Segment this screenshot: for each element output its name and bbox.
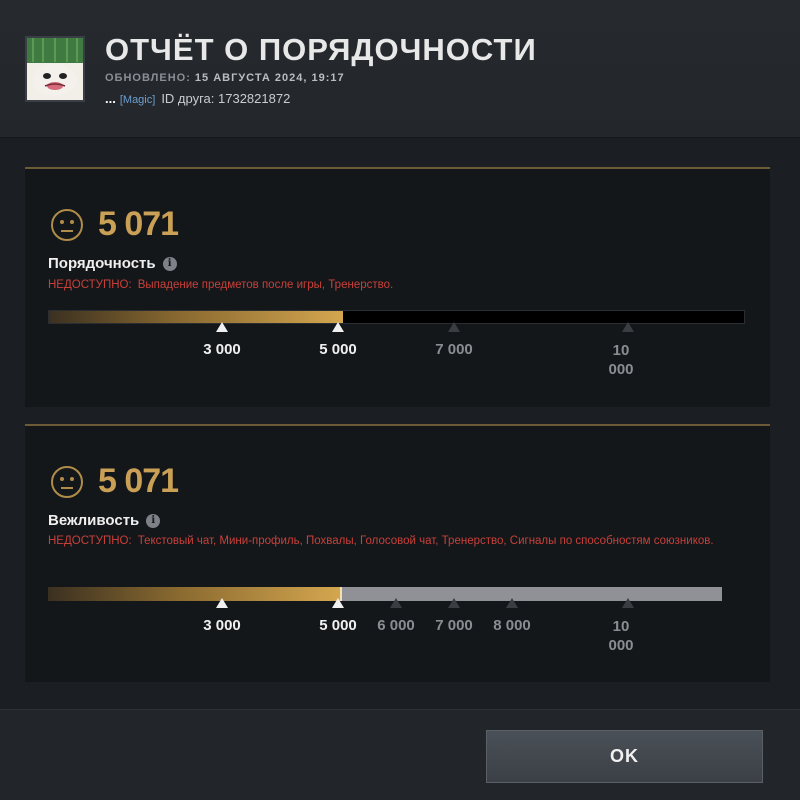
unavailable-key: НЕДОСТУПНО: [48, 279, 132, 291]
updated-timestamp: ОБНОВЛЕНО: 15 АВГУСТА 2024, 19:17 [105, 72, 345, 84]
tick-marker [332, 598, 344, 608]
tick-label: 6 000 [377, 617, 415, 634]
avatar[interactable] [25, 36, 85, 102]
page-title: ОТЧЁТ О ПОРЯДОЧНОСТИ [105, 32, 537, 67]
unavailable-value: Выпадение предметов после игры, Тренерст… [137, 279, 394, 291]
tick-marker [622, 322, 634, 332]
conduct-progress-bar [48, 310, 745, 324]
report-header: ОТЧЁТ О ПОРЯДОЧНОСТИ ОБНОВЛЕНО: 15 АВГУС… [0, 0, 800, 138]
conduct-panel: 5 071 Порядочность i НЕДОСТУПНО: Выпаден… [25, 167, 770, 407]
tick-label: 3 000 [203, 341, 241, 358]
tick-marker [622, 598, 634, 608]
unavailable-value: Текстовый чат, Мини-профиль, Похвалы, Го… [137, 535, 714, 547]
conduct-score: 5 071 [98, 205, 179, 243]
unavailable-key: НЕДОСТУПНО: [48, 535, 132, 547]
tick-marker [506, 598, 518, 608]
info-icon[interactable]: i [162, 256, 177, 271]
politeness-label-text: Вежливость [48, 512, 140, 529]
tick-marker [332, 322, 344, 332]
neutral-face-icon [51, 465, 83, 498]
tick-label: 5 000 [319, 617, 357, 634]
tick-label: 10 000 [608, 342, 634, 378]
politeness-panel: 5 071 Вежливость i НЕДОСТУПНО: Текстовый… [25, 424, 770, 682]
tick-label: 3 000 [203, 617, 241, 634]
guild-tag: [Magic] [119, 94, 156, 106]
conduct-progress-fill [49, 311, 343, 323]
updated-value: 15 АВГУСТА 2024, 19:17 [194, 72, 345, 84]
tick-label: 8 000 [493, 617, 531, 634]
tick-marker [216, 322, 228, 332]
politeness-unavailable: НЕДОСТУПНО: Текстовый чат, Мини-профиль,… [48, 533, 728, 550]
tick-marker [448, 598, 460, 608]
politeness-progress-bar [48, 587, 722, 601]
neutral-face-icon [51, 208, 83, 241]
conduct-label-text: Порядочность [48, 255, 156, 272]
tick-label: 10 000 [608, 618, 634, 654]
tick-label: 7 000 [435, 341, 473, 358]
dialog-footer: OK [0, 709, 800, 800]
tick-label: 7 000 [435, 617, 473, 634]
player-name[interactable]: ... [105, 91, 116, 106]
conduct-unavailable: НЕДОСТУПНО: Выпадение предметов после иг… [48, 277, 728, 294]
updated-label: ОБНОВЛЕНО: [105, 72, 191, 84]
friend-id-line: ... [Magic] ID друга: 1732821872 [105, 91, 290, 106]
politeness-score-row: 5 071 [50, 462, 179, 501]
ok-button[interactable]: OK [486, 730, 763, 783]
tick-label: 5 000 [319, 341, 357, 358]
friend-id: ID друга: 1732821872 [161, 91, 291, 106]
politeness-score: 5 071 [98, 462, 179, 500]
info-icon[interactable]: i [146, 513, 161, 528]
tick-marker [390, 598, 402, 608]
politeness-label: Вежливость i [48, 512, 161, 529]
conduct-score-row: 5 071 [50, 205, 179, 244]
avatar-face-icon [27, 38, 83, 96]
conduct-label: Порядочность i [48, 255, 177, 272]
tick-marker [448, 322, 460, 332]
politeness-progress-fill [48, 587, 342, 601]
tick-marker [216, 598, 228, 608]
